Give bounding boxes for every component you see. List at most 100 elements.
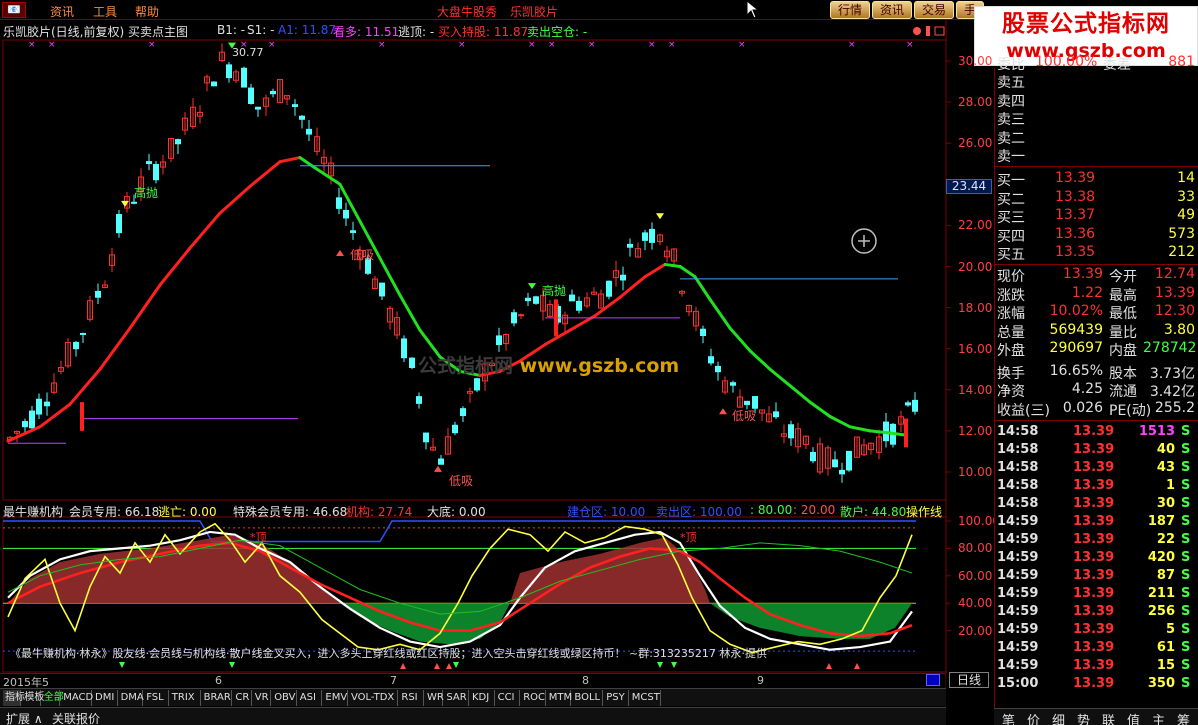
sell-row[interactable]: 卖四 (995, 91, 1198, 110)
indicator-tab-sar[interactable]: SAR (444, 690, 469, 706)
stat-row[interactable]: 换手 16.65% 股本 3.73亿 (995, 362, 1198, 382)
red-up-arrow (446, 663, 452, 669)
buy-row[interactable]: 买二 13.38 33 (995, 189, 1198, 208)
indicator-tab-kdj[interactable]: KDJ (470, 690, 495, 706)
sell-row[interactable]: 卖五 (995, 72, 1198, 91)
tick-row[interactable]: 14:59 13.39 420 S (995, 549, 1198, 567)
stat-row[interactable]: 净资 4.25 流通 3.42亿 (995, 381, 1198, 400)
tick-row[interactable]: 14:59 13.39 61 S (995, 639, 1198, 657)
indicator-tab-fsl[interactable]: FSL (144, 690, 169, 706)
top-cross-marker: × (848, 40, 856, 50)
stat-label: 净资 (997, 384, 1025, 400)
quote-tab-3[interactable]: 势 (1077, 710, 1090, 725)
tick-row[interactable]: 14:58 13.39 1 S (995, 477, 1198, 495)
tick-row[interactable]: 15:00 13.39 350 S (995, 675, 1198, 693)
indicator-tab-cr[interactable]: CR (233, 690, 252, 706)
quote-tab-7[interactable]: 筹 (1177, 710, 1190, 725)
quote-tab-4[interactable]: 联 (1102, 710, 1115, 725)
stat-row[interactable]: 外盘 290697 内盘 278742 (995, 340, 1198, 359)
stat-label-2: 最低 (1109, 306, 1137, 322)
quote-tab-6[interactable]: 主 (1152, 710, 1165, 725)
stat-row[interactable]: 收益(三) 0.026 PE(动) 255.2 (995, 400, 1198, 419)
tick-time: 14:59 (997, 604, 1039, 619)
candle-down (73, 341, 79, 350)
sell-row[interactable]: 卖二 (995, 128, 1198, 147)
related-quotes-button[interactable]: 关联报价 (52, 710, 100, 725)
buy-label: 买三 (997, 210, 1025, 226)
indicator-tab-psy[interactable]: PSY (604, 690, 629, 706)
tick-row[interactable]: 14:59 13.39 256 S (995, 603, 1198, 621)
buy-signal-arrow (719, 408, 727, 415)
ma-line-segment (298, 156, 317, 170)
tick-row[interactable]: 14:59 13.39 5 S (995, 621, 1198, 639)
buy-row[interactable]: 买一 13.39 14 (995, 170, 1198, 189)
tick-row[interactable]: 14:58 13.39 30 S (995, 495, 1198, 513)
indicator-tab-mtm[interactable]: MTM (547, 690, 572, 706)
indicator-tab-rsi[interactable]: RSI (399, 690, 424, 706)
candle-down (401, 338, 407, 359)
sell-row[interactable]: 卖三 (995, 109, 1198, 128)
quote-tab-5[interactable]: 值 (1127, 710, 1140, 725)
tick-price: 13.39 (1073, 658, 1115, 673)
stat-row[interactable]: 总量 569439 量比 3.80 (995, 321, 1198, 341)
tick-price: 13.39 (1073, 550, 1115, 565)
tick-row[interactable]: 14:58 13.39 43 S (995, 459, 1198, 477)
indicator-tab-emv[interactable]: EMV (323, 690, 348, 706)
tick-row[interactable]: 14:59 13.39 187 S (995, 513, 1198, 531)
indicator-tab-指标[interactable]: 指标 (3, 690, 25, 706)
indicator-tab-mcst[interactable]: MCST (630, 690, 661, 706)
indicator-tab-wr[interactable]: WR (425, 690, 444, 706)
ma-line-segment (6, 425, 42, 443)
stat-value: 569439 (1049, 321, 1103, 338)
stat-row[interactable]: 现价 13.39 今开 12.74 (995, 266, 1198, 285)
quote-tab-1[interactable]: 价 (1027, 710, 1040, 725)
buy-row[interactable]: 买五 13.35 212 (995, 244, 1198, 263)
stat-value: 1.22 (1071, 284, 1103, 301)
quote-tab-0[interactable]: 笔 (1002, 710, 1015, 725)
green-down-arrow (453, 662, 459, 668)
tick-time: 14:59 (997, 640, 1039, 655)
tick-row[interactable]: 14:59 13.39 22 S (995, 531, 1198, 549)
tick-row[interactable]: 14:58 13.39 40 S (995, 441, 1198, 459)
zoom-in-icon[interactable] (850, 227, 878, 255)
sell-row[interactable]: 卖一 (995, 146, 1198, 165)
indicator-tab-boll[interactable]: BOLL (572, 690, 604, 706)
buy-row[interactable]: 买四 13.36 573 (995, 226, 1198, 245)
stat-row[interactable]: 涨幅 10.02% 最低 12.30 (995, 303, 1198, 322)
indicator-tab-dma[interactable]: DMA (119, 690, 144, 706)
indicator-tab-bar: 指标 模板 全部 MACD DMI DMA FSL TRIX BRAR CR VR OBV ASI EMV… (0, 688, 946, 706)
indicator-teshu: 特殊会员专用: 46.68 (233, 505, 348, 519)
indicator-maichuqu: 卖出区: 100.00 (656, 505, 742, 519)
buy-price: 13.37 (1055, 207, 1096, 223)
expand-button[interactable]: 扩展 ∧ (6, 710, 43, 725)
weibi-row[interactable]: 委比 100.00% 委差 881 (995, 54, 1198, 73)
indicator-tab-macd[interactable]: MACD (61, 690, 93, 706)
indicator-tab-dmi[interactable]: DMI (93, 690, 118, 706)
indicator-tab-roc[interactable]: ROC (521, 690, 546, 706)
tick-row[interactable]: 14:59 13.39 87 S (995, 567, 1198, 585)
tick-row[interactable]: 14:59 13.39 15 S (995, 657, 1198, 675)
tick-volume: 22 (1156, 532, 1175, 547)
scroll-end-marker[interactable] (926, 674, 940, 686)
tick-time: 14:59 (997, 658, 1039, 673)
indicator-tab-vr[interactable]: VR (253, 690, 272, 706)
buy-row[interactable]: 买三 13.37 49 (995, 207, 1198, 226)
stat-value: 16.65% (1049, 362, 1103, 379)
indicator-tab-brar[interactable]: BRAR (202, 690, 233, 706)
indicator-tab-trix[interactable]: TRIX (170, 690, 201, 706)
indicator-tab-vol-tdx[interactable]: VOL-TDX (349, 690, 399, 706)
stat-value-2: 3.80 (1163, 321, 1195, 338)
indicator-tab-asi[interactable]: ASI (298, 690, 323, 706)
indicator-tab-obv[interactable]: OBV (272, 690, 297, 706)
indicator-tab-模板[interactable]: 模板 (22, 690, 44, 706)
indicator-jiancang: 建仓区: 10.00 (567, 505, 646, 519)
quote-tab-2[interactable]: 细 (1052, 710, 1065, 725)
tick-row[interactable]: 14:58 13.39 1513 S (995, 423, 1198, 441)
indicator-tab-cci[interactable]: CCI (496, 690, 521, 706)
stat-row[interactable]: 涨跌 1.22 最高 13.39 (995, 284, 1198, 304)
period-selector[interactable]: 日线 (949, 672, 989, 688)
candle-down (409, 357, 415, 368)
indicator-tab-全部[interactable]: 全部 (42, 690, 64, 706)
candle-down (22, 421, 28, 428)
tick-row[interactable]: 14:59 13.39 211 S (995, 585, 1198, 603)
